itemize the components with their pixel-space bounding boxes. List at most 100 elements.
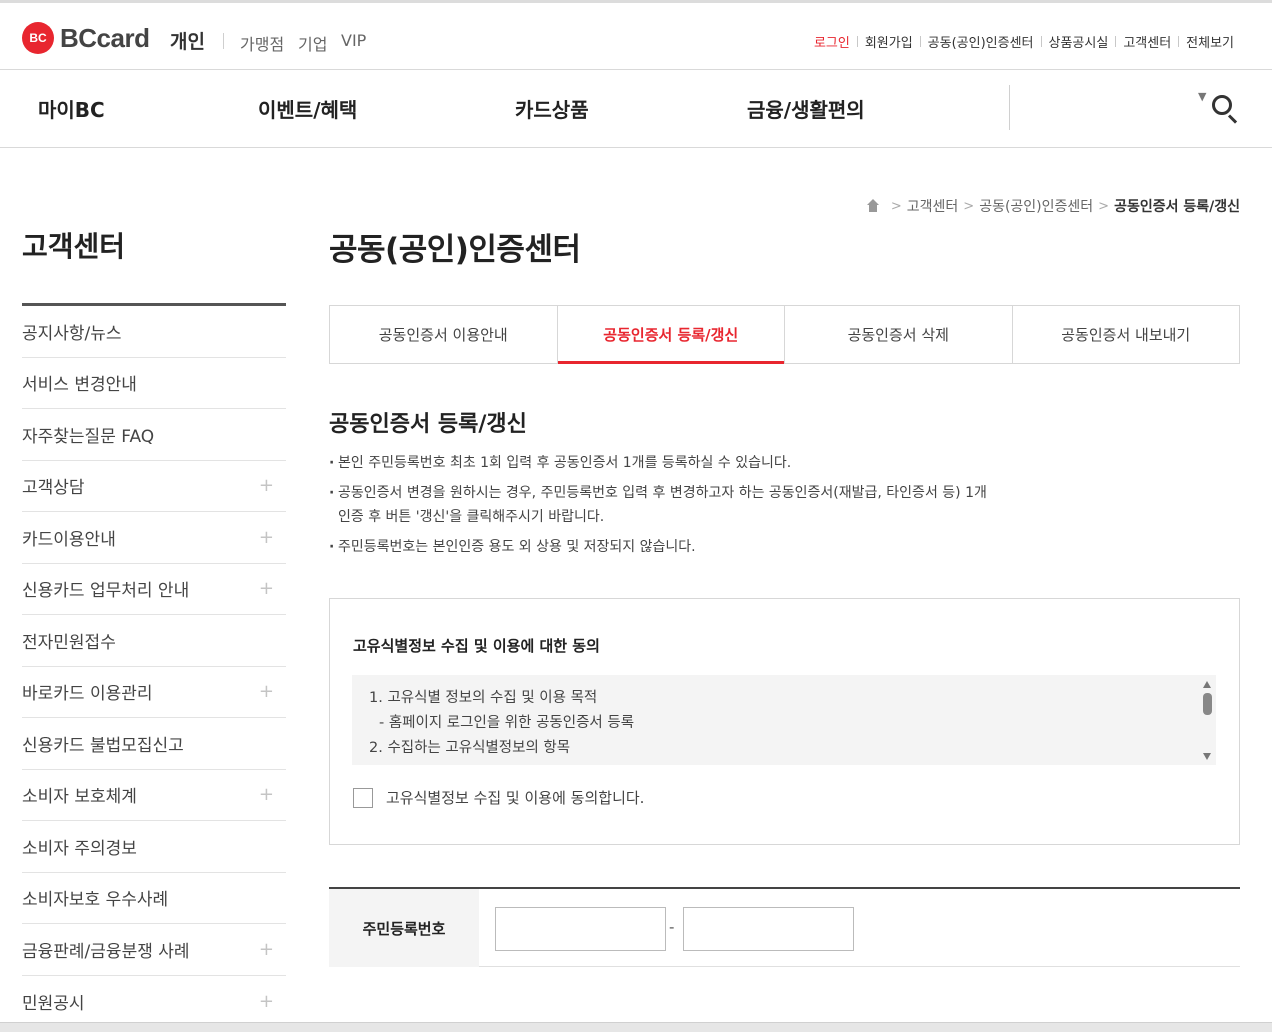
terms-scroll-area[interactable]: 1. 고유식별 정보의 수집 및 이용 목적 - 홈페이지 로그인을 위한 공동…	[352, 675, 1216, 765]
tab-cert-register-renew[interactable]: 공동인증서 등록/갱신	[557, 306, 785, 364]
consent-row[interactable]: 고유식별정보 수집 및 이용에 동의합니다.	[353, 787, 644, 808]
page-title: 공동(공인)인증센터	[329, 232, 581, 268]
sidebar-item[interactable]: 카드이용안내 +	[22, 512, 286, 564]
gnb-events-benefits[interactable]: 이벤트/혜택	[258, 94, 357, 123]
segment-corporate[interactable]: 기업	[298, 31, 327, 55]
gnb-my-bc[interactable]: 마이BC	[38, 94, 105, 123]
expand-plus-icon[interactable]: +	[259, 681, 274, 702]
sidebar-item[interactable]: 서비스 변경안내	[22, 358, 286, 409]
sidebar-item-label: 금융판례/금융분쟁 사례	[22, 941, 190, 962]
agreement-title: 고유식별정보 수집 및 이용에 대한 동의	[353, 637, 600, 655]
bccard-logo[interactable]: BC BCcard	[22, 22, 150, 54]
ssn-back-input[interactable]	[683, 907, 854, 951]
sidebar-menu: 공지사항/뉴스 서비스 변경안내 자주찾는질문 FAQ 고객상담 + 카드이용안내 + 신용카…	[22, 306, 286, 1027]
view-all-link[interactable]: 전체보기	[1179, 32, 1234, 51]
notice-item: 본인 주민등록번호 최초 1회 입력 후 공동인증서 1개를 등록하실 수 있습…	[329, 451, 1240, 475]
brand-name: BCcard	[60, 22, 150, 53]
global-nav: 마이BC 이벤트/혜택 카드상품 금융/생활편의 ▼	[0, 71, 1272, 148]
terms-item: - 홈페이지 로그인을 위한 공동인증서 등록	[379, 715, 635, 731]
terms-list: 1. 고유식별 정보의 수집 및 이용 목적 - 홈페이지 로그인을 위한 공동…	[369, 686, 634, 761]
terms-item: 2. 수집하는 고유식별정보의 항목	[369, 740, 571, 756]
consent-checkbox[interactable]	[353, 787, 373, 808]
tab-cert-export[interactable]: 공동인증서 내보내기	[1013, 306, 1240, 363]
expand-plus-icon[interactable]: +	[259, 991, 274, 1012]
notice-item: 주민등록번호는 본인인증 용도 외 상용 및 저장되지 않습니다.	[329, 535, 1240, 559]
search-icon[interactable]	[1212, 95, 1240, 124]
utility-menu: 로그인 회원가입 공동(공인)인증센터 상품공시실 고객센터 전체보기	[814, 32, 1234, 51]
ssn-front-input[interactable]	[495, 907, 666, 951]
sidebar-item[interactable]: 바로카드 이용관리 +	[22, 667, 286, 718]
chevron-down-icon[interactable]: ▼	[1198, 90, 1206, 103]
search-icon-handle	[1227, 114, 1238, 124]
gnb-card-products[interactable]: 카드상품	[515, 94, 589, 123]
expand-plus-icon[interactable]: +	[259, 527, 274, 548]
ssn-dash: -	[669, 918, 675, 936]
section-title: 공동인증서 등록/갱신	[329, 412, 527, 437]
terms-item: 1. 고유식별 정보의 수집 및 이용 목적	[369, 690, 598, 706]
expand-plus-icon[interactable]: +	[259, 939, 274, 960]
bc-logo-icon: BC	[22, 22, 54, 54]
scroll-up-arrow-icon[interactable]	[1203, 681, 1211, 688]
sidebar-item[interactable]: 신용카드 업무처리 안내 +	[22, 564, 286, 615]
sidebar-item[interactable]: 자주찾는질문 FAQ	[22, 409, 286, 461]
expand-plus-icon[interactable]: +	[259, 475, 274, 496]
sidebar-item-label: 신용카드 업무처리 안내	[22, 581, 190, 602]
sidebar-item[interactable]: 소비자 주의경보	[22, 821, 286, 873]
breadcrumb-separator: >	[963, 198, 975, 214]
sidebar-item[interactable]: 민원공시 +	[22, 976, 286, 1028]
sidebar-item[interactable]: 신용카드 불법모집신고	[22, 718, 286, 770]
expand-plus-icon[interactable]: +	[259, 784, 274, 805]
breadcrumb-separator: >	[1098, 198, 1110, 214]
customer-center-link[interactable]: 고객센터	[1116, 32, 1178, 51]
gnb-divider	[1009, 85, 1010, 130]
sidebar-item[interactable]: 고객상담 +	[22, 461, 286, 512]
sidebar-item[interactable]: 공지사항/뉴스	[22, 306, 286, 358]
sidebar-item-label: 소비자 주의경보	[22, 838, 137, 859]
ssn-label: 주민등록번호	[329, 889, 479, 967]
sidebar-item-label: 신용카드 불법모집신고	[22, 735, 184, 756]
tab-cert-guide[interactable]: 공동인증서 이용안내	[330, 306, 558, 363]
sidebar-item-label: 고객상담	[22, 478, 85, 499]
segment-merchant[interactable]: 가맹점	[240, 31, 284, 55]
top-header: BC BCcard 개인 가맹점 기업 VIP 로그인 회원가입 공동(공인)인…	[0, 3, 1272, 70]
home-icon[interactable]	[866, 199, 880, 213]
sidebar-item[interactable]: 금융판례/금융분쟁 사례 +	[22, 924, 286, 976]
sidebar-item-label: 바로카드 이용관리	[22, 684, 153, 705]
segment-divider	[223, 33, 224, 49]
agreement-box: 고유식별정보 수집 및 이용에 대한 동의 1. 고유식별 정보의 수집 및 이…	[329, 598, 1240, 845]
sidebar-item-label: 소비자보호 우수사례	[22, 890, 169, 911]
scrollbar-thumb[interactable]	[1203, 693, 1212, 715]
notice-list: 본인 주민등록번호 최초 1회 입력 후 공동인증서 1개를 등록하실 수 있습…	[329, 451, 1240, 565]
sidebar-item-label: 소비자 보호체계	[22, 787, 137, 808]
sidebar-item-label: 공지사항/뉴스	[22, 323, 122, 344]
ssn-form-row: 주민등록번호 -	[329, 887, 1240, 967]
sidebar-item[interactable]: 전자민원접수	[22, 615, 286, 667]
breadcrumb-current: 공동인증서 등록/갱신	[1114, 199, 1240, 215]
cert-center-link[interactable]: 공동(공인)인증센터	[921, 32, 1041, 51]
sidebar-item[interactable]: 소비자보호 우수사례	[22, 873, 286, 924]
breadcrumb-cert-center[interactable]: 공동(공인)인증센터	[979, 196, 1093, 216]
sidebar-item-label: 자주찾는질문 FAQ	[22, 426, 155, 447]
consent-label: 고유식별정보 수집 및 이용에 동의합니다.	[386, 789, 645, 807]
signup-link[interactable]: 회원가입	[858, 32, 920, 51]
tab-cert-delete[interactable]: 공동인증서 삭제	[785, 306, 1013, 363]
breadcrumb: > 고객센터 > 공동(공인)인증센터 > 공동인증서 등록/갱신	[866, 196, 1240, 216]
sidebar-item[interactable]: 소비자 보호체계 +	[22, 770, 286, 821]
sidebar-item-label: 서비스 변경안내	[22, 375, 137, 396]
sidebar-item-label: 카드이용안내	[22, 529, 116, 550]
window-bottom-bar	[0, 1022, 1272, 1032]
cert-tabs: 공동인증서 이용안내 공동인증서 등록/갱신 공동인증서 삭제 공동인증서 내보…	[329, 305, 1240, 364]
sidebar-item-label: 전자민원접수	[22, 632, 116, 653]
breadcrumb-customer-center[interactable]: 고객센터	[907, 196, 959, 216]
expand-plus-icon[interactable]: +	[259, 578, 274, 599]
sidebar-title: 고객센터	[22, 230, 126, 263]
login-link[interactable]: 로그인	[814, 32, 857, 51]
notice-item: 공동인증서 변경을 원하시는 경우, 주민등록번호 입력 후 변경하고자 하는 …	[329, 481, 1240, 529]
scroll-down-arrow-icon[interactable]	[1203, 753, 1211, 760]
gnb-finance-life[interactable]: 금융/생활편의	[747, 94, 865, 123]
segment-vip[interactable]: VIP	[341, 31, 366, 50]
product-notice-link[interactable]: 상품공시실	[1042, 32, 1116, 51]
search-icon-ring	[1212, 95, 1232, 115]
breadcrumb-separator: >	[890, 198, 902, 214]
segment-personal[interactable]: 개인	[170, 27, 205, 54]
